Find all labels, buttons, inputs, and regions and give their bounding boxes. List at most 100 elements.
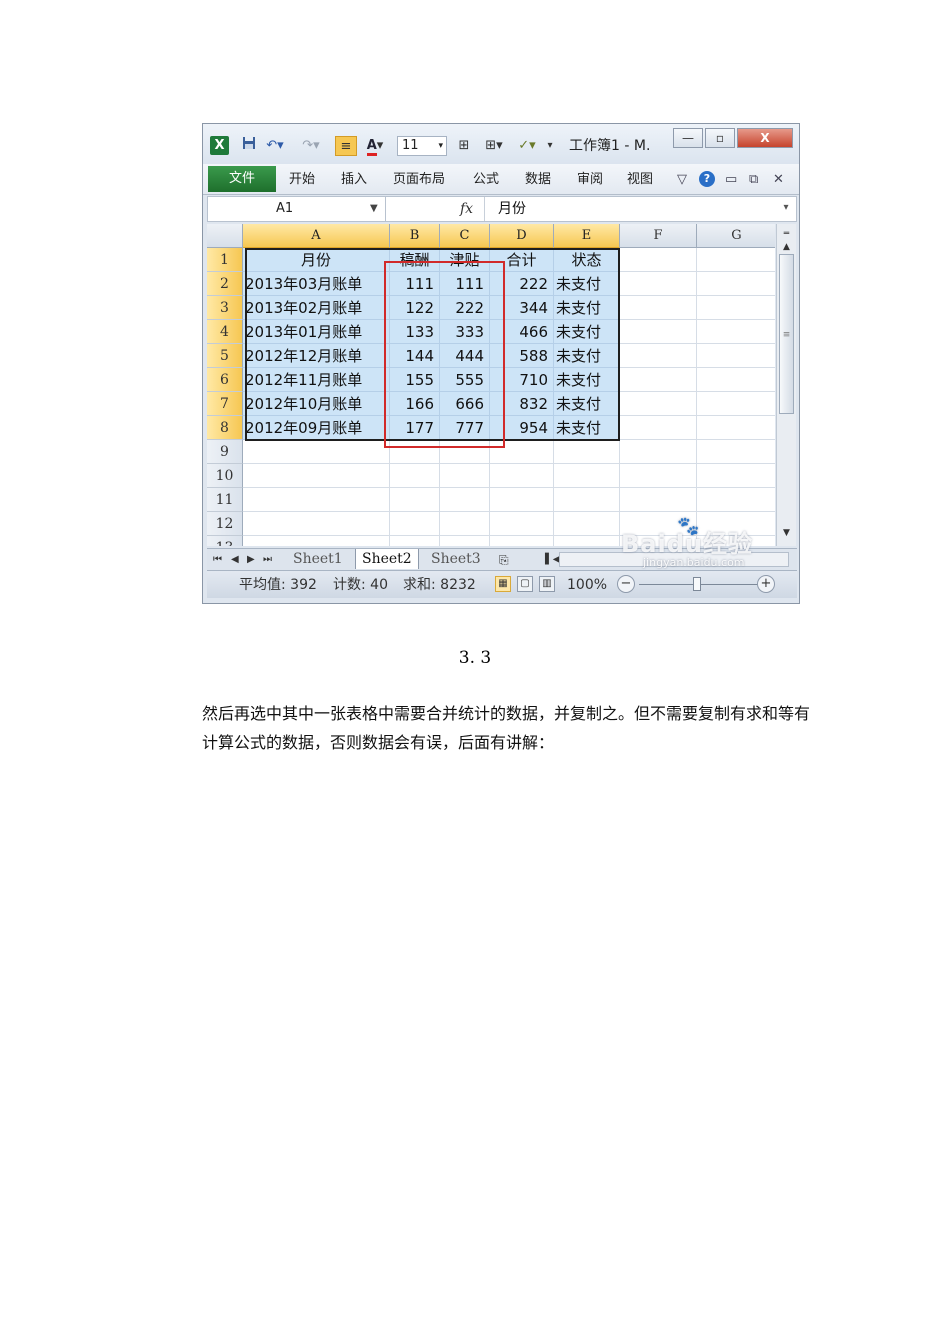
cell-b13[interactable] [390,536,440,546]
cell-a5[interactable]: 2012年12月账单 [243,344,390,368]
name-box-dropdown-icon[interactable]: ▼ [370,197,378,221]
tab-file[interactable]: 文件 [208,166,276,192]
cell-a3[interactable]: 2013年02月账单 [243,296,390,320]
cell-d12[interactable] [490,512,554,536]
cell-e1[interactable]: 状态 [554,248,620,272]
help-icon[interactable]: ? [699,171,715,187]
cell-b11[interactable] [390,488,440,512]
borders-icon[interactable]: ⊞▾ [481,136,507,156]
merge-cells-icon[interactable]: ⊞ [455,136,473,156]
customize-qat-icon[interactable]: ▾ [543,136,557,156]
cell-c9[interactable] [440,440,490,464]
cell-f8[interactable] [620,416,697,440]
cell-e2[interactable]: 未支付 [554,272,620,296]
zoom-slider-track[interactable] [639,584,763,585]
insert-sheet-icon[interactable]: ⎘ [499,551,509,569]
cell-c13[interactable] [440,536,490,546]
cell-f5[interactable] [620,344,697,368]
zoom-level[interactable]: 100% [567,576,607,594]
vertical-scrollbar[interactable]: ═ ▲ ≡ ▼ [776,224,796,546]
cell-a2[interactable]: 2013年03月账单 [243,272,390,296]
cell-b7[interactable]: 166 [390,392,440,416]
ribbon-collapse-icon[interactable]: ▽ [677,172,687,188]
first-sheet-icon[interactable]: ⏮ [213,551,222,569]
cell-f2[interactable] [620,272,697,296]
row-header-6[interactable]: 6 [207,368,243,392]
wrap-text-icon[interactable]: ≡ [335,136,357,156]
cell-b4[interactable]: 133 [390,320,440,344]
cell-d6[interactable]: 710 [490,368,554,392]
cell-c5[interactable]: 444 [440,344,490,368]
zoom-in-icon[interactable]: + [757,575,775,593]
save-icon[interactable] [241,136,257,156]
expand-formula-bar-icon[interactable]: ▾ [778,199,794,217]
column-header-e[interactable]: E [554,224,620,248]
tab-sheet2[interactable]: Sheet2 [355,549,419,569]
cell-g7[interactable] [697,392,775,416]
cell-g3[interactable] [697,296,775,320]
cell-a11[interactable] [243,488,390,512]
cell-c6[interactable]: 555 [440,368,490,392]
cell-c1[interactable]: 津贴 [440,248,490,272]
row-header-13[interactable]: 13 [207,536,243,546]
cell-a13[interactable] [243,536,390,546]
cell-b10[interactable] [390,464,440,488]
cell-d2[interactable]: 222 [490,272,554,296]
column-header-a[interactable]: A [243,224,390,248]
cell-e3[interactable]: 未支付 [554,296,620,320]
cell-d3[interactable]: 344 [490,296,554,320]
name-box[interactable]: A1 [208,197,386,221]
row-header-9[interactable]: 9 [207,440,243,464]
cell-d11[interactable] [490,488,554,512]
cell-a8[interactable]: 2012年09月账单 [243,416,390,440]
tab-sheet1[interactable]: Sheet1 [287,549,349,569]
row-header-11[interactable]: 11 [207,488,243,512]
row-header-4[interactable]: 4 [207,320,243,344]
column-header-c[interactable]: C [440,224,490,248]
cell-e7[interactable]: 未支付 [554,392,620,416]
cell-b12[interactable] [390,512,440,536]
cell-f9[interactable] [620,440,697,464]
redo-icon[interactable]: ↷▾ [301,136,321,156]
select-all-corner[interactable] [207,224,243,248]
excel-app-icon[interactable]: X [210,136,229,155]
tab-sheet3[interactable]: Sheet3 [425,549,487,569]
cell-a6[interactable]: 2012年11月账单 [243,368,390,392]
zoom-slider-thumb[interactable] [693,577,701,591]
tab-home[interactable]: 开始 [289,172,315,188]
column-header-d[interactable]: D [490,224,554,248]
page-layout-view-icon[interactable]: ▢ [517,576,533,592]
tab-page-layout[interactable]: 页面布局 [393,172,445,188]
cell-d7[interactable]: 832 [490,392,554,416]
row-header-10[interactable]: 10 [207,464,243,488]
cell-f10[interactable] [620,464,697,488]
cell-d10[interactable] [490,464,554,488]
cell-c2[interactable]: 111 [440,272,490,296]
cell-e6[interactable]: 未支付 [554,368,620,392]
last-sheet-icon[interactable]: ⏭ [263,551,272,569]
cell-e10[interactable] [554,464,620,488]
cell-b9[interactable] [390,440,440,464]
cell-d1[interactable]: 合计 [490,248,554,272]
row-header-7[interactable]: 7 [207,392,243,416]
tab-view[interactable]: 视图 [627,172,653,188]
cell-g8[interactable] [697,416,775,440]
cell-a12[interactable] [243,512,390,536]
prev-sheet-icon[interactable]: ◀ [231,551,239,569]
worksheet-grid[interactable]: ABCDEFG 12345678910111213 月份稿酬津贴合计状态2013… [207,224,775,546]
cell-e9[interactable] [554,440,620,464]
cell-g6[interactable] [697,368,775,392]
cell-c12[interactable] [440,512,490,536]
cell-e5[interactable]: 未支付 [554,344,620,368]
workbook-close-icon[interactable]: ✕ [773,172,784,188]
tab-insert[interactable]: 插入 [341,172,367,188]
workbook-minimize-icon[interactable]: ▭ [725,172,737,188]
row-header-5[interactable]: 5 [207,344,243,368]
split-handle-icon[interactable]: ═ [779,227,794,241]
restore-button[interactable]: ▫ [705,128,735,148]
row-header-3[interactable]: 3 [207,296,243,320]
cell-d5[interactable]: 588 [490,344,554,368]
cell-d4[interactable]: 466 [490,320,554,344]
cell-b2[interactable]: 111 [390,272,440,296]
zoom-out-icon[interactable]: − [617,575,635,593]
